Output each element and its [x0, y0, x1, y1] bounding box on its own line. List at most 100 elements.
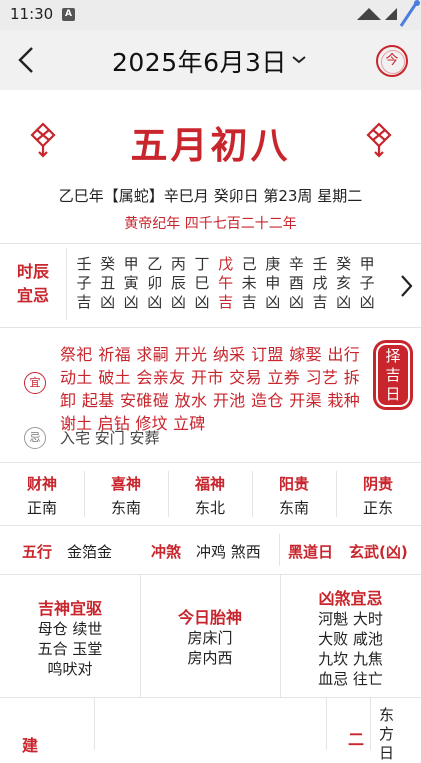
shichen-top: 癸	[336, 255, 352, 273]
shichen-luck: 凶	[194, 293, 210, 311]
ji-badge: 忌	[24, 427, 46, 449]
wuxing-label: 五行	[22, 543, 53, 561]
ji-list: 入宅 安门 安葬	[60, 429, 160, 447]
god-direction: 东北	[194, 499, 225, 517]
zeji-button[interactable]: 择 吉 日	[376, 343, 410, 407]
shichen-column[interactable]: 庚申凶	[263, 255, 283, 312]
god-direction: 东南	[110, 499, 141, 517]
god-name: 喜神	[110, 475, 141, 493]
god-cell[interactable]: 福神 东北	[168, 463, 252, 525]
shichen-column[interactable]: 戊午吉	[216, 255, 236, 312]
shichen-column[interactable]: 丙辰凶	[168, 255, 188, 312]
shichen-label-line2: 宜忌	[16, 286, 49, 305]
divider	[168, 471, 169, 517]
divider	[0, 327, 421, 328]
shichen-luck: 凶	[359, 293, 375, 311]
shichen-column[interactable]: 壬子吉	[74, 255, 94, 312]
divider	[84, 471, 85, 517]
shichen-top: 癸	[100, 255, 116, 273]
shichen-luck: 凶	[288, 293, 304, 311]
shichen-mid: 亥	[336, 274, 352, 292]
shichen-mid: 午	[218, 274, 234, 292]
next-row-text: 方	[379, 725, 395, 743]
shichen-column[interactable]: 丁巳凶	[192, 255, 212, 312]
shichen-column[interactable]: 甲寅凶	[121, 255, 141, 312]
shichen-top: 壬	[76, 255, 92, 273]
today-button[interactable]: 今	[376, 45, 408, 77]
god-name: 财神	[26, 475, 57, 493]
shichen-luck: 凶	[100, 293, 116, 311]
shichen-top: 辛	[288, 255, 304, 273]
shichen-luck: 吉	[218, 293, 234, 311]
next-row: 建 二 东 方 日	[0, 698, 421, 762]
status-bar: 11:30 A	[0, 0, 421, 30]
lunar-summary: 五月初八 乙巳年【属蛇】辛巳月 癸卯日 第23周 星期二 黄帝纪年 四千七百二十…	[0, 90, 421, 240]
shichen-top: 丁	[194, 255, 210, 273]
notification-icon: A	[62, 8, 75, 21]
chevron-down-icon[interactable]	[291, 52, 307, 68]
shichen-top: 庚	[265, 255, 281, 273]
signal-wifi-battery-icon	[357, 0, 420, 27]
god-name: 福神	[194, 475, 225, 493]
zeji-line3: 日	[385, 384, 401, 403]
info-row: 五行 金箔金 冲煞 冲鸡 煞西 黑道日 玄武(凶)	[0, 526, 421, 574]
divider	[336, 471, 337, 517]
chevron-right-icon[interactable]	[396, 272, 416, 300]
shichen-luck: 凶	[265, 293, 281, 311]
god-name: 阳贵	[278, 475, 309, 493]
shichen-column[interactable]: 壬戌吉	[310, 255, 330, 312]
huangdao-value: 玄武(凶)	[349, 543, 408, 561]
jishen-line: 鸣吠对	[47, 660, 93, 678]
xiongsha-title: 凶煞宜忌	[318, 589, 383, 608]
shichen-mid: 巳	[194, 274, 210, 292]
chongsha-value: 冲鸡 煞西	[196, 543, 261, 561]
jianchu-label: 建	[22, 736, 39, 755]
shichen-mid: 子	[359, 274, 375, 292]
shichen-luck: 凶	[123, 293, 139, 311]
shichen-mid: 辰	[170, 274, 186, 292]
date-title[interactable]: 2025年6月3日	[112, 43, 287, 79]
detail-block: 吉神宜驱 母仓 续世 五合 玉堂 鸣吠对 今日胎神 房床门 房内西 凶煞宜忌 河…	[0, 575, 421, 697]
divider	[252, 471, 253, 517]
xiongsha-line: 河魁 大时	[318, 610, 383, 628]
shichen-mid: 卯	[147, 274, 163, 292]
wuxing-value: 金箔金	[67, 543, 113, 561]
shichen-column[interactable]: 癸亥凶	[334, 255, 354, 312]
shichen-mid: 子	[76, 274, 92, 292]
god-name: 阴贵	[362, 475, 393, 493]
taishen-title: 今日胎神	[177, 608, 242, 627]
god-cell[interactable]: 阳贵 东南	[252, 463, 336, 525]
shichen-mid: 酉	[288, 274, 304, 292]
shichen-luck: 凶	[170, 293, 186, 311]
shichen-top: 己	[241, 255, 257, 273]
shichen-label-line1: 时辰	[16, 262, 49, 281]
shichen-column[interactable]: 辛酉凶	[286, 255, 306, 312]
zeji-line2: 吉	[385, 365, 401, 384]
shichen-column[interactable]: 癸丑凶	[98, 255, 118, 312]
app-header: 2025年6月3日 今	[0, 30, 421, 90]
xiongsha-line: 九坎 九焦	[318, 650, 383, 668]
divider	[94, 698, 95, 750]
god-cell[interactable]: 喜神 东南	[84, 463, 168, 525]
next-row-text: 东	[379, 706, 395, 724]
shichen-mid: 寅	[123, 274, 139, 292]
divider	[66, 248, 67, 320]
zeji-line1: 择	[385, 346, 401, 365]
god-cell[interactable]: 财神 正南	[0, 463, 84, 525]
shichen-top: 戊	[218, 255, 234, 273]
god-direction: 正南	[26, 499, 57, 517]
shichen-column[interactable]: 己未吉	[239, 255, 259, 312]
back-arrow-icon[interactable]	[12, 42, 42, 78]
xiongsha-line: 血忌 往亡	[318, 670, 383, 688]
shichen-mid: 戌	[312, 274, 328, 292]
shichen-column[interactable]: 乙卯凶	[145, 255, 165, 312]
next-row-text: 日	[379, 744, 395, 762]
huangdi-year: 黄帝纪年 四千七百二十二年	[124, 216, 297, 232]
god-cell[interactable]: 阴贵 正东	[336, 463, 420, 525]
status-time: 11:30	[10, 5, 54, 23]
shichen-top: 壬	[312, 255, 328, 273]
shichen-mid: 未	[241, 274, 257, 292]
taishen-line: 房内西	[187, 649, 233, 667]
shichen-column[interactable]: 甲子凶	[357, 255, 377, 312]
shichen-top: 甲	[123, 255, 139, 273]
